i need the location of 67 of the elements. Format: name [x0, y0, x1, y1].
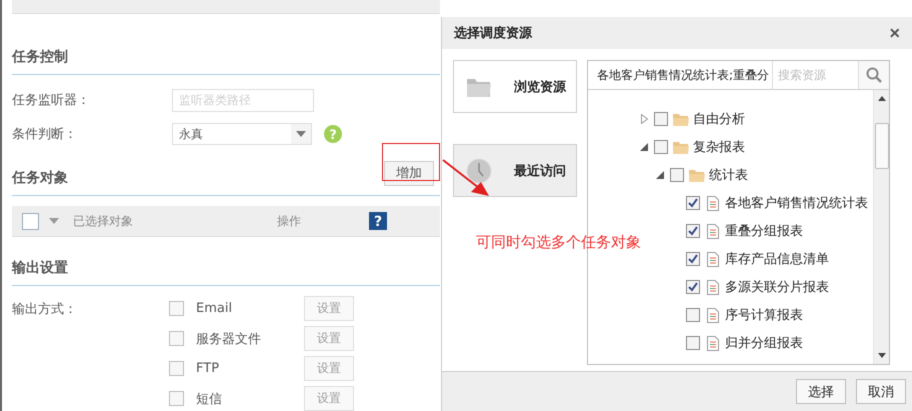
tree-item[interactable]: 各地客户销售情况统计表 [725, 194, 868, 212]
dialog-button[interactable]: 选择 [796, 379, 846, 404]
condition-select[interactable]: 永真 [172, 123, 312, 145]
tree-item[interactable]: 复杂报表 [693, 138, 745, 156]
checkbox[interactable] [654, 112, 668, 126]
scroll-down-icon[interactable] [878, 353, 886, 358]
section-title: 输出设置 [12, 259, 68, 277]
option-label: 服务器文件 [196, 330, 262, 348]
clock-icon [466, 158, 492, 184]
highlight-frame [382, 143, 440, 181]
expanded-icon[interactable] [640, 143, 648, 151]
checkbox[interactable] [169, 301, 184, 316]
collapsed-icon[interactable] [640, 114, 648, 124]
select-all-checkbox[interactable] [22, 212, 39, 230]
annotation-text: 可同时勾选多个任务对象 [476, 233, 641, 252]
tree-item[interactable]: 重叠分组报表 [725, 222, 803, 240]
scrollbar-thumb[interactable] [874, 123, 888, 169]
tree-item[interactable]: 多源关联分片报表 [725, 278, 829, 296]
tree-item[interactable]: 统计表 [709, 166, 748, 184]
search-icon [866, 67, 882, 83]
nav-button[interactable]: 浏览资源 [453, 60, 577, 113]
field-label: 条件判断： [12, 126, 78, 143]
document-icon [707, 224, 719, 238]
tree-item[interactable]: 序号计算报表 [725, 306, 803, 324]
document-icon [707, 252, 719, 266]
checkbox[interactable] [686, 336, 700, 350]
checkbox[interactable] [169, 391, 184, 406]
help-icon[interactable]: ? [369, 212, 387, 230]
option-label: Email [196, 301, 234, 316]
checkbox[interactable] [686, 196, 700, 210]
add-button[interactable]: 增加 [384, 160, 434, 186]
arrow-drawing [441, 158, 491, 198]
scroll-up-icon[interactable] [878, 96, 886, 101]
dialog-button[interactable]: 取消 [856, 379, 906, 404]
option-label: FTP [196, 361, 220, 376]
folder-icon [673, 112, 689, 126]
field-label: 任务监听器： [12, 92, 91, 109]
checkbox[interactable] [686, 280, 700, 294]
close-button[interactable]: × [889, 22, 900, 44]
nav-button[interactable]: 最近访问 [453, 144, 577, 197]
checkbox[interactable] [654, 140, 668, 154]
search-button[interactable] [858, 61, 889, 89]
dialog-title: 选择调度资源 [454, 24, 532, 42]
checkbox[interactable] [169, 331, 184, 346]
checkbox[interactable] [670, 168, 684, 182]
tree-item[interactable]: 自由分析 [693, 110, 745, 128]
checkbox[interactable] [686, 252, 700, 266]
caret-icon[interactable] [49, 218, 59, 224]
document-icon [707, 280, 719, 294]
caret-icon [296, 131, 306, 137]
field-label: 输出方式： [12, 301, 78, 319]
checkbox[interactable] [686, 224, 700, 238]
tree-item[interactable]: 库存产品信息清单 [725, 250, 829, 268]
column-header: 已选择对象 [73, 212, 134, 230]
tree-item[interactable]: 归并分组报表 [725, 334, 803, 352]
section-title: 任务控制 [12, 48, 68, 66]
folder-icon [689, 168, 705, 182]
option-label: 短信 [196, 390, 223, 408]
document-icon [707, 308, 719, 322]
checkbox[interactable] [686, 308, 700, 322]
document-icon [707, 196, 719, 210]
document-icon [707, 336, 719, 350]
column-header: 操作 [277, 212, 302, 230]
checkbox[interactable] [169, 361, 184, 376]
expanded-icon[interactable] [656, 171, 664, 179]
section-title: 任务对象 [12, 169, 68, 187]
folder-icon [673, 140, 689, 154]
